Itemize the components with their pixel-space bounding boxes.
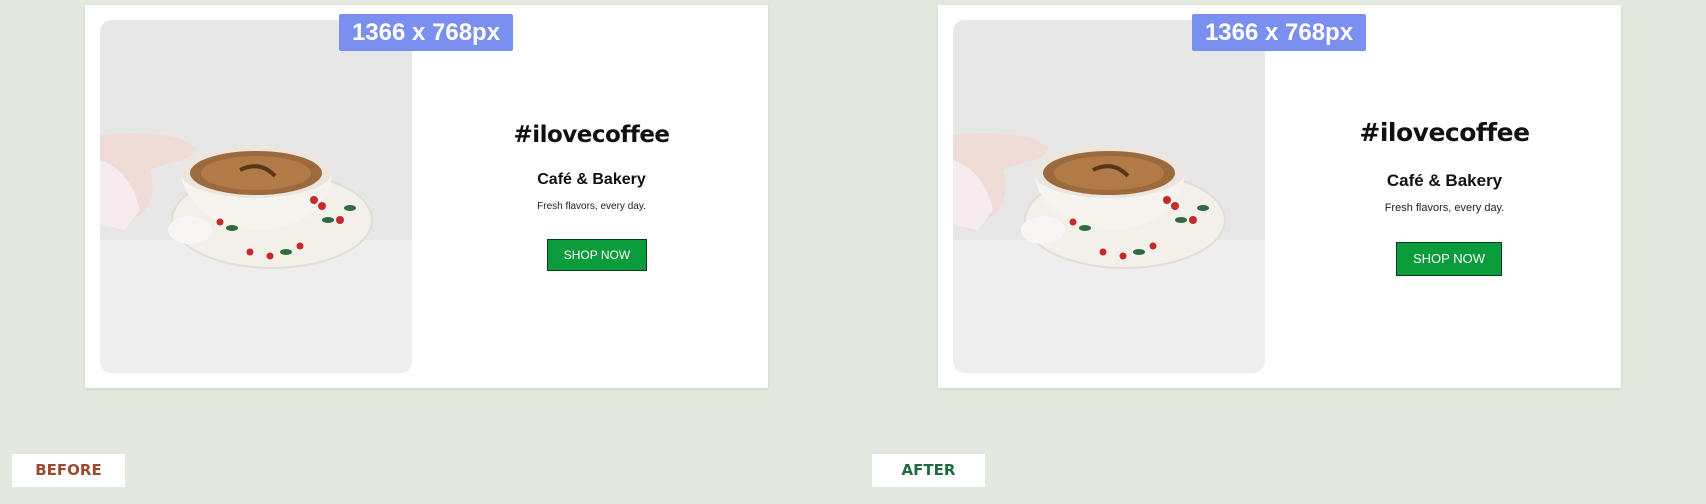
cafe-title: Café & Bakery [537,171,646,188]
tagline: Fresh flavors, every day. [1384,202,1505,214]
before-label: BEFORE [12,454,125,487]
resolution-badge: 1366 x 768px [1192,14,1366,51]
coffee-cup-photo [953,20,1265,373]
cafe-title: Café & Bakery [1386,171,1503,190]
coffee-cup-photo [100,20,412,373]
before-preview-panel: 1366 x 768px #ilovecoffee Café & Bakery … [85,5,768,388]
resolution-badge: 1366 x 768px [339,14,513,51]
shop-now-button[interactable]: SHOP NOW [1396,242,1502,276]
after-label: AFTER [872,454,985,487]
hashtag-heading: #ilovecoffee [1359,118,1530,147]
shop-now-button[interactable]: SHOP NOW [547,239,647,271]
after-preview-panel: 1366 x 768px #ilovecoffee Café & Bakery … [938,5,1621,388]
hashtag-heading: #ilovecoffee [513,122,670,148]
tagline: Fresh flavors, every day. [537,201,646,212]
